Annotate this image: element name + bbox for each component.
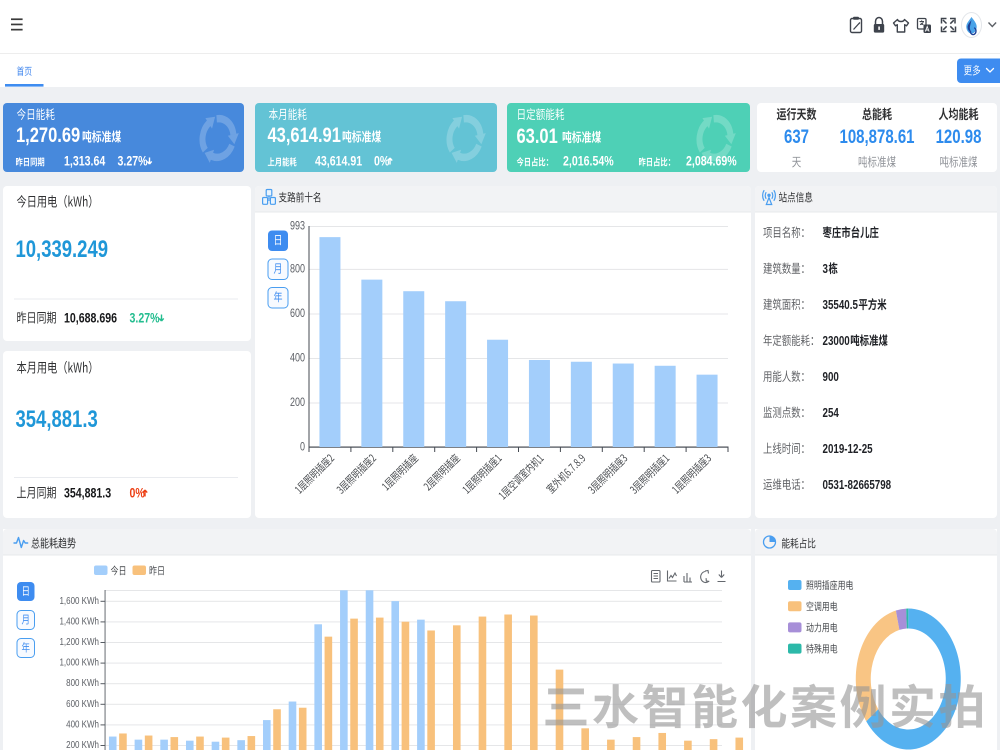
svg-text:0%: 0% [130, 485, 145, 501]
svg-text:2,016.54%: 2,016.54% [563, 153, 614, 169]
svg-text:10,339.249: 10,339.249 [16, 236, 109, 263]
svg-text:254: 254 [823, 407, 840, 420]
svg-text:800: 800 [290, 263, 305, 275]
svg-text:800 KWh: 800 KWh [66, 677, 99, 688]
svg-text:200 KWh: 200 KWh [66, 739, 99, 750]
svg-text:43,614.91: 43,614.91 [315, 153, 362, 169]
svg-text:0: 0 [300, 441, 305, 453]
svg-text:3.27%: 3.27% [118, 153, 148, 169]
svg-text:35540.5: 35540.5 [823, 299, 858, 312]
svg-text:43,614.91: 43,614.91 [268, 124, 342, 148]
svg-text:993: 993 [290, 220, 305, 232]
svg-text:400 KWh: 400 KWh [66, 718, 99, 729]
svg-text:23000: 23000 [823, 335, 850, 348]
svg-text:400: 400 [290, 352, 305, 364]
svg-text:900: 900 [823, 371, 839, 384]
svg-text:10,688.696: 10,688.696 [64, 310, 117, 326]
svg-text:200: 200 [290, 397, 305, 409]
svg-text:0531-82665798: 0531-82665798 [823, 479, 892, 492]
svg-text:637: 637 [784, 125, 809, 147]
svg-text:600: 600 [290, 308, 305, 320]
svg-text:1,000 KWh: 1,000 KWh [59, 657, 99, 668]
svg-text:3.27%: 3.27% [130, 310, 160, 326]
svg-text:1,200 KWh: 1,200 KWh [59, 636, 99, 647]
svg-text:2019-12-25: 2019-12-25 [823, 443, 873, 456]
svg-text:354,881.3: 354,881.3 [64, 485, 111, 501]
svg-text:108,878.61: 108,878.61 [840, 125, 915, 147]
svg-text:600 KWh: 600 KWh [66, 698, 99, 709]
svg-text:1,400 KWh: 1,400 KWh [59, 615, 99, 626]
svg-text:63.01: 63.01 [517, 125, 559, 149]
svg-text:354,881.3: 354,881.3 [16, 406, 98, 433]
svg-text:120.98: 120.98 [936, 125, 982, 147]
svg-text:1,270.69: 1,270.69 [16, 124, 80, 148]
svg-text:1,313.64: 1,313.64 [64, 153, 105, 169]
svg-text:3: 3 [823, 263, 828, 276]
svg-text:1,600 KWh: 1,600 KWh [59, 595, 99, 606]
svg-text:0%: 0% [374, 153, 389, 169]
